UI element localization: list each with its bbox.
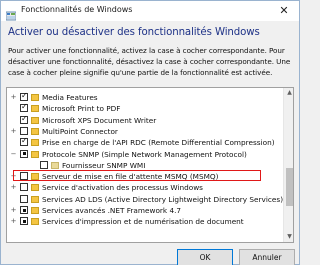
folder-icon xyxy=(31,127,39,135)
feature-row[interactable]: + MultiPoint Connector xyxy=(7,126,283,137)
feature-label: Protocole SNMP (Simple Network Managemen… xyxy=(42,149,247,159)
scroll-down-icon[interactable]: ▼ xyxy=(284,232,293,242)
expand-icon[interactable]: + xyxy=(10,94,17,101)
collapse-icon[interactable]: − xyxy=(10,150,17,158)
feature-row[interactable]: + Service d'activation des processus Wind… xyxy=(7,182,283,193)
feature-label: Media Features xyxy=(42,93,98,102)
expand-icon[interactable]: + xyxy=(10,184,17,191)
folder-icon xyxy=(31,105,39,113)
folder-icon xyxy=(31,116,39,124)
feature-label: Service d'activation des processus Windo… xyxy=(42,183,203,193)
dialog-heading: Activer ou désactiver des fonctionnalité… xyxy=(8,27,260,38)
features-dialog: Fonctionnalités de Windows ✕ Activer ou … xyxy=(0,0,300,265)
feature-label: Services d'impression et de numérisation… xyxy=(42,217,244,227)
dialog-description: Pour activer une fonctionnalité, activez… xyxy=(8,46,291,77)
scroll-thumb[interactable] xyxy=(286,168,293,206)
feature-label: Microsoft Print to PDF xyxy=(42,104,121,114)
feature-label: Services AD LDS (Active Directory Lightw… xyxy=(42,194,284,204)
folder-icon xyxy=(31,139,39,147)
feature-label: MultiPoint Connector xyxy=(42,126,118,136)
expand-icon[interactable]: + xyxy=(10,218,17,225)
feature-row[interactable]: + Services avancés .NET Framework 4.7 xyxy=(7,205,283,216)
folder-icon xyxy=(31,94,39,101)
expand-icon[interactable]: + xyxy=(10,127,17,135)
feature-checkbox[interactable] xyxy=(20,217,28,226)
feature-checkbox[interactable] xyxy=(20,149,28,158)
close-icon[interactable]: ✕ xyxy=(276,3,292,19)
features-tree[interactable]: + Media Features Microsoft Print to PDFMic… xyxy=(6,87,294,243)
folder-icon xyxy=(31,195,39,203)
title-bar: Fonctionnalités de Windows ✕ xyxy=(1,1,299,21)
feature-row[interactable]: + Media Features xyxy=(7,91,283,103)
feature-row[interactable]: − Protocole SNMP (Simple Network Manageme… xyxy=(7,149,283,160)
feature-checkbox[interactable] xyxy=(20,136,28,147)
feature-checkbox[interactable] xyxy=(20,206,28,214)
feature-row[interactable]: Services AD LDS (Active Directory Lightw… xyxy=(7,194,283,205)
folder-icon xyxy=(31,150,39,158)
window-title: Fonctionnalités de Windows xyxy=(21,5,133,14)
feature-checkbox[interactable] xyxy=(20,91,28,101)
ok-button[interactable]: OK xyxy=(177,249,233,265)
feature-checkbox[interactable] xyxy=(20,114,28,124)
folder-icon xyxy=(31,184,39,192)
feature-checkbox[interactable] xyxy=(20,183,28,192)
feature-row[interactable]: Microsoft Print to PDF xyxy=(7,102,283,114)
cancel-button[interactable]: Annuler xyxy=(239,249,295,265)
feature-label: Prise en charge de l'API RDC (Remote Dif… xyxy=(42,138,275,148)
tree-scrollbar[interactable]: ▲ ▼ xyxy=(283,88,293,242)
scroll-up-icon[interactable]: ▲ xyxy=(284,88,293,98)
feature-checkbox[interactable] xyxy=(20,194,28,203)
feature-row[interactable]: + Services d'impression et de numérisatio… xyxy=(7,216,283,227)
snmp-highlight-box xyxy=(13,170,261,181)
feature-checkbox[interactable] xyxy=(20,102,28,113)
feature-row[interactable]: Prise en charge de l'API RDC (Remote Dif… xyxy=(7,136,283,148)
feature-label: Services avancés .NET Framework 4.7 xyxy=(42,206,182,215)
folder-icon xyxy=(31,207,39,214)
windows-features-icon xyxy=(5,6,17,21)
feature-label: Microsoft XPS Document Writer xyxy=(42,115,157,125)
folder-icon xyxy=(51,161,59,169)
dialog-content: Activer ou désactiver des fonctionnalité… xyxy=(1,21,299,265)
folder-icon xyxy=(31,218,39,226)
feature-row[interactable]: Microsoft XPS Document Writer xyxy=(7,114,283,126)
feature-checkbox[interactable] xyxy=(20,126,28,135)
feature-checkbox[interactable] xyxy=(40,160,48,169)
expand-icon[interactable]: + xyxy=(10,207,17,214)
